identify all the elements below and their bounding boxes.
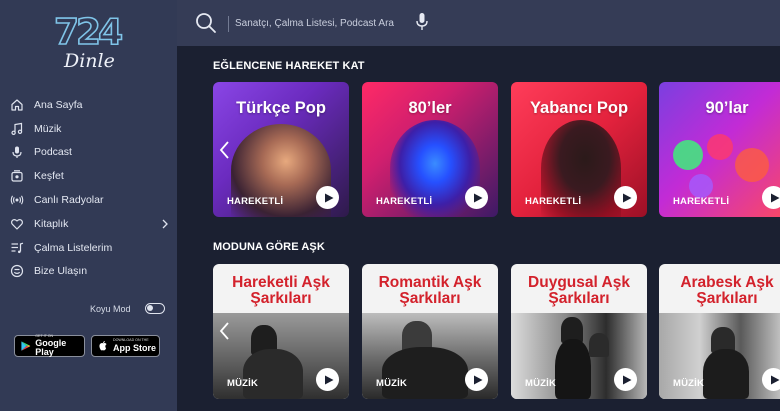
play-button[interactable] <box>316 186 339 209</box>
playlist-icon <box>10 241 24 255</box>
card-title: Hareketli Aşk Şarkıları <box>232 274 330 307</box>
card-image <box>555 339 591 399</box>
playlist-card-turkce-pop[interactable]: Türkçe Pop HAREKETLİ <box>213 82 349 217</box>
playlist-card-romantik-ask[interactable]: Romantik Aşk Şarkıları MÜZİK <box>362 264 498 399</box>
playlist-card-80ler[interactable]: 80’ler HAREKETLİ <box>362 82 498 217</box>
google-play-icon <box>21 341 31 351</box>
card-tag: MÜZİK <box>673 378 705 389</box>
play-icon <box>622 375 631 384</box>
playlist-card-hareketli-ask[interactable]: Hareketli Aşk Şarkıları MÜZİK <box>213 264 349 399</box>
microphone-icon[interactable] <box>415 12 429 32</box>
play-button[interactable] <box>614 368 637 391</box>
library-heart-icon <box>10 217 24 231</box>
sidebar-item-label: Ana Sayfa <box>34 98 83 111</box>
card-tag: MÜZİK <box>227 378 259 389</box>
play-button[interactable] <box>316 368 339 391</box>
search-input[interactable] <box>235 13 411 33</box>
dark-mode-label: Koyu Mod <box>90 303 131 314</box>
app-store-badge[interactable]: Download on the App Store <box>91 335 160 357</box>
sidebar-item-ana-sayfa[interactable]: Ana Sayfa <box>0 93 177 117</box>
discover-icon <box>10 169 24 183</box>
card-tag: MÜZİK <box>376 378 408 389</box>
logo-number: 724 <box>53 11 124 54</box>
chevron-right-icon[interactable] <box>160 218 170 230</box>
sidebar-item-bize-ulasin[interactable]: Bize Ulaşın <box>0 260 177 284</box>
carousel-prev-arrow-icon[interactable] <box>218 139 232 161</box>
search-divider <box>228 16 229 32</box>
card-title: Romantik Aşk Şarkıları <box>378 274 482 307</box>
card-image <box>673 140 703 170</box>
sidebar-item-label: Keşfet <box>34 170 64 183</box>
sidebar-item-kesfet[interactable]: Keşfet <box>0 164 177 188</box>
contact-icon <box>10 264 24 278</box>
card-title: 80’ler <box>408 99 452 117</box>
card-title: 90’lar <box>705 99 749 117</box>
play-button[interactable] <box>614 186 637 209</box>
google-play-big: Google Play <box>35 338 67 358</box>
sidebar-item-label: Kitaplık <box>34 217 69 230</box>
card-image <box>589 333 609 357</box>
card-image <box>382 347 468 399</box>
card-tag: HAREKETLİ <box>525 196 582 207</box>
card-tag: MÜZİK <box>525 378 557 389</box>
playlist-card-90lar[interactable]: 90’lar HAREKETLİ <box>659 82 780 217</box>
home-icon <box>10 98 24 112</box>
microphone-icon <box>10 145 24 159</box>
sidebar-item-canli-radyolar[interactable]: Canlı Radyolar <box>0 188 177 212</box>
play-icon <box>324 193 333 202</box>
card-title: Yabancı Pop <box>529 99 629 117</box>
sidebar-item-label: Bize Ulaşın <box>34 265 88 278</box>
search-icon[interactable] <box>195 12 217 34</box>
card-title: Arabesk Aşk Şarkıları <box>680 274 774 307</box>
carousel-prev-arrow-icon[interactable] <box>218 320 232 342</box>
play-icon <box>770 193 779 202</box>
google-play-badge[interactable]: GET IT ON Google Play <box>14 334 85 358</box>
play-icon <box>622 193 631 202</box>
card-tag: HAREKETLİ <box>673 196 730 207</box>
live-radio-icon <box>10 193 24 207</box>
sidebar-item-label: Canlı Radyolar <box>34 194 104 207</box>
sidebar: 724 Dinle Ana Sayfa Müzik Podcast Keşfet… <box>0 0 177 411</box>
playlist-card-duygusal-ask[interactable]: Duygusal Aşk Şarkıları MÜZİK <box>511 264 647 399</box>
card-image <box>707 134 733 160</box>
dark-mode-control: Koyu Mod <box>90 303 165 314</box>
play-button[interactable] <box>465 368 488 391</box>
sidebar-nav: Ana Sayfa Müzik Podcast Keşfet Canlı Rad… <box>0 93 177 283</box>
apple-icon <box>99 341 107 351</box>
sidebar-item-podcast[interactable]: Podcast <box>0 141 177 165</box>
sidebar-item-muzik[interactable]: Müzik <box>0 117 177 141</box>
playlist-card-yabanci-pop[interactable]: Yabancı Pop HAREKETLİ <box>511 82 647 217</box>
card-image <box>243 349 303 399</box>
card-title: Duygusal Aşk Şarkıları <box>528 274 630 307</box>
logo-script: Dinle <box>64 50 115 72</box>
sidebar-item-label: Podcast <box>34 146 72 159</box>
play-icon <box>473 193 482 202</box>
card-title: Türkçe Pop <box>236 99 326 117</box>
playlist-card-arabesk-ask[interactable]: Arabesk Aşk Şarkıları MÜZİK <box>659 264 780 399</box>
search-bar <box>177 0 780 46</box>
sidebar-item-label: Müzik <box>34 122 62 135</box>
play-button[interactable] <box>762 368 780 391</box>
section-title: MODUNA GÖRE AŞK <box>213 241 325 253</box>
play-button[interactable] <box>762 186 780 209</box>
app-store-big: App Store <box>113 342 157 353</box>
music-note-icon <box>10 122 24 136</box>
sidebar-item-label: Çalma Listelerim <box>34 241 113 254</box>
card-tag: HAREKETLİ <box>376 196 433 207</box>
play-icon <box>770 375 779 384</box>
sidebar-item-kitaplik[interactable]: Kitaplık <box>0 212 177 236</box>
card-image <box>689 174 713 198</box>
card-image <box>735 148 769 182</box>
play-icon <box>473 375 482 384</box>
card-image <box>703 349 749 399</box>
play-icon <box>324 375 333 384</box>
dark-mode-toggle[interactable] <box>144 303 165 314</box>
play-button[interactable] <box>465 186 488 209</box>
app-logo[interactable]: 724 Dinle <box>50 11 130 76</box>
section-title: EĞLENCENE HAREKET KAT <box>213 60 365 72</box>
card-tag: HAREKETLİ <box>227 196 284 207</box>
sidebar-item-calma-listelerim[interactable]: Çalma Listelerim <box>0 236 177 260</box>
